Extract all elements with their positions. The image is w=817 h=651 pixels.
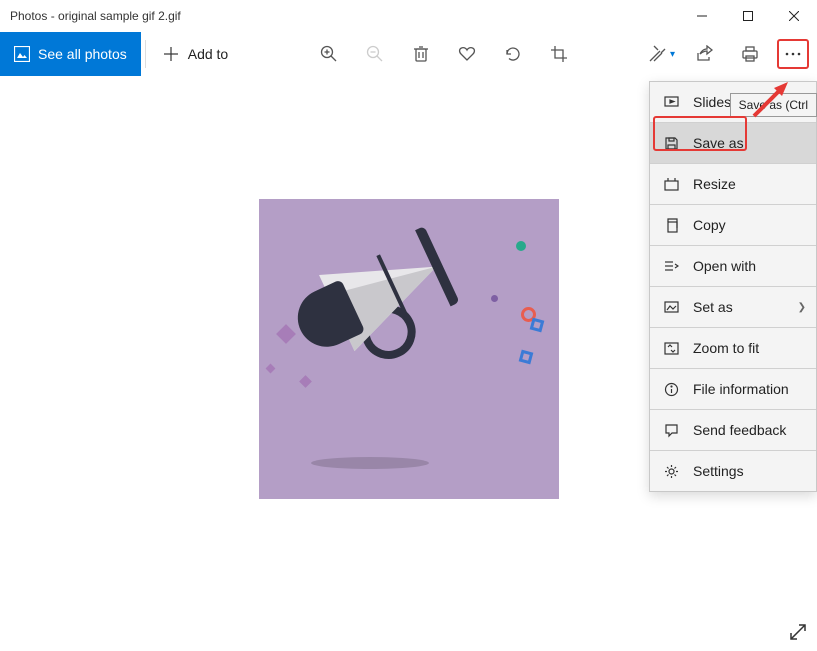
see-all-label: See all photos xyxy=(38,46,127,62)
close-button[interactable] xyxy=(771,0,817,32)
save-icon xyxy=(664,136,679,151)
chevron-down-icon: ▾ xyxy=(670,49,675,60)
feedback-icon xyxy=(664,423,679,438)
rotate-icon xyxy=(504,45,522,63)
menu-copy[interactable]: Copy xyxy=(650,205,816,245)
trash-icon xyxy=(412,45,430,63)
toolbar: See all photos Add to ▾ xyxy=(0,32,817,76)
menu-settings[interactable]: Settings xyxy=(650,451,816,491)
window-controls xyxy=(679,0,817,32)
crop-icon xyxy=(550,45,568,63)
zoom-out-button[interactable] xyxy=(352,32,398,76)
photos-icon xyxy=(14,46,30,62)
delete-button[interactable] xyxy=(398,32,444,76)
rotate-button[interactable] xyxy=(490,32,536,76)
crop-button[interactable] xyxy=(536,32,582,76)
copy-icon xyxy=(664,218,679,233)
save-as-tooltip: Save as (Ctrl xyxy=(730,93,817,117)
more-options-button[interactable] xyxy=(777,39,809,69)
resize-grip-icon[interactable] xyxy=(789,623,807,641)
zoom-out-icon xyxy=(366,45,384,63)
menu-save-as[interactable]: Save as xyxy=(650,123,816,163)
maximize-button[interactable] xyxy=(725,0,771,32)
resize-icon xyxy=(664,177,679,192)
menu-set-as[interactable]: Set as ❯ xyxy=(650,287,816,327)
menu-resize[interactable]: Resize xyxy=(650,164,816,204)
settings-icon xyxy=(664,464,679,479)
share-icon xyxy=(695,45,713,63)
chevron-right-icon: ❯ xyxy=(798,302,806,313)
menu-open-with[interactable]: Open with xyxy=(650,246,816,286)
print-button[interactable] xyxy=(727,32,773,76)
print-icon xyxy=(741,45,759,63)
displayed-image[interactable] xyxy=(259,199,559,499)
menu-send-feedback[interactable]: Send feedback xyxy=(650,410,816,450)
open-with-icon xyxy=(664,259,679,274)
menu-zoom-to-fit[interactable]: Zoom to fit xyxy=(650,328,816,368)
menu-file-information[interactable]: File information xyxy=(650,369,816,409)
zoom-fit-icon xyxy=(664,341,679,356)
see-all-photos-button[interactable]: See all photos xyxy=(0,32,141,76)
edit-create-button[interactable]: ▾ xyxy=(648,45,675,63)
zoom-in-icon xyxy=(320,45,338,63)
minimize-button[interactable] xyxy=(679,0,725,32)
window-title: Photos - original sample gif 2.gif xyxy=(10,9,181,23)
more-options-menu: Slideshow Save as Resize Copy Open with … xyxy=(649,81,817,492)
slideshow-icon xyxy=(664,95,679,110)
zoom-in-button[interactable] xyxy=(306,32,352,76)
add-to-label: Add to xyxy=(188,46,228,62)
favorite-button[interactable] xyxy=(444,32,490,76)
heart-icon xyxy=(458,45,476,63)
toolbar-divider xyxy=(145,40,146,68)
set-as-icon xyxy=(664,300,679,315)
plus-icon xyxy=(164,47,178,61)
edit-icon xyxy=(648,45,666,63)
more-icon xyxy=(785,52,801,56)
titlebar: Photos - original sample gif 2.gif xyxy=(0,0,817,32)
info-icon xyxy=(664,382,679,397)
share-button[interactable] xyxy=(681,32,727,76)
add-to-button[interactable]: Add to xyxy=(150,32,242,76)
